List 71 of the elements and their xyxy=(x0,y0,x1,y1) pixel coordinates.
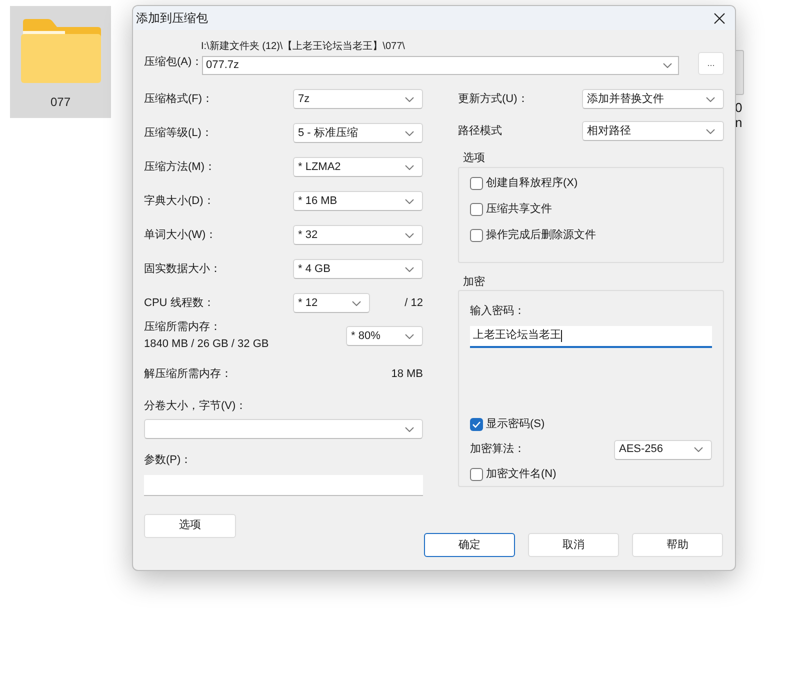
chevron-down-icon xyxy=(706,128,715,134)
dropdown[interactable]: 添加并替换文件 xyxy=(582,89,724,109)
checkbox[interactable] xyxy=(470,468,483,481)
field-label: 固实数据大小： xyxy=(144,262,222,277)
checkbox[interactable] xyxy=(470,177,483,190)
field-label: 压缩方法(M)： xyxy=(144,160,216,175)
chevron-down-icon xyxy=(405,266,414,272)
field-label: 分卷大小，字节(V)： xyxy=(144,398,248,414)
desktop-item[interactable]: 077 xyxy=(10,6,111,118)
path-text: I:\新建文件夹 (12)\【上老王论坛当老王】\077\ xyxy=(201,41,406,53)
dropdown[interactable]: AES-256 xyxy=(614,440,712,460)
folder-icon xyxy=(20,18,102,84)
folder-label: 077 xyxy=(50,94,71,111)
checkbox[interactable] xyxy=(470,418,483,431)
checkbox-label: 压缩共享文件 xyxy=(486,202,552,218)
dialog-button[interactable]: 取消 xyxy=(528,533,619,557)
field-label: 参数(P)： xyxy=(144,453,193,468)
group-title: 加密 xyxy=(463,274,486,290)
memory-detail: 1840 MB / 26 GB / 32 GB xyxy=(144,337,269,352)
checkbox[interactable] xyxy=(470,203,483,216)
field-label: 压缩所需内存： xyxy=(144,320,222,335)
field-label: 字典大小(D)： xyxy=(144,194,216,209)
dropdown[interactable]: * 16 MB xyxy=(293,191,423,211)
chevron-down-icon xyxy=(405,334,414,338)
field-label: 压缩等级(L)： xyxy=(144,126,214,141)
chevron-down-icon xyxy=(405,426,414,432)
field-label: CPU 线程数： xyxy=(144,296,216,311)
archive-name-field[interactable]: 077.7z xyxy=(202,56,679,75)
memory-value: 18 MB xyxy=(391,367,423,382)
dropdown[interactable]: * 80% xyxy=(346,326,423,346)
field-label: 路径模式 xyxy=(458,124,503,139)
checkbox-label: 创建自释放程序(X) xyxy=(486,176,578,192)
field-label: 更新方式(U)： xyxy=(458,92,530,107)
dropdown[interactable]: * 32 xyxy=(293,225,423,245)
chevron-down-icon xyxy=(694,447,703,452)
chevron-down-icon xyxy=(405,96,414,102)
group-title: 选项 xyxy=(463,151,486,166)
password-field[interactable]: 上老王论坛当老王 xyxy=(470,326,712,348)
parameters-field[interactable] xyxy=(144,474,423,496)
field-label: 单词大小(W)： xyxy=(144,228,218,243)
checkbox-label: 操作完成后删除源文件 xyxy=(486,228,596,244)
dropdown[interactable]: 5 - 标准压缩 xyxy=(293,123,423,143)
chevron-down-icon xyxy=(405,198,414,204)
field-label: 加密算法： xyxy=(470,442,525,458)
field-label: 压缩包(A)： xyxy=(144,54,202,70)
browse-button[interactable]: ... xyxy=(698,52,724,75)
chevron-down-icon xyxy=(352,300,361,306)
checkbox[interactable] xyxy=(470,229,483,242)
dialog-button[interactable]: 确定 xyxy=(424,533,515,557)
options-button[interactable]: 选项 xyxy=(144,514,236,538)
dropdown[interactable]: * LZMA2 xyxy=(293,157,423,177)
text-cursor xyxy=(561,330,562,342)
window-title: 添加到压缩包 xyxy=(136,10,208,27)
fragment-text: n xyxy=(735,115,742,130)
dropdown[interactable]: * 4 GB xyxy=(293,259,423,279)
dialog-button[interactable]: 帮助 xyxy=(632,533,723,557)
dropdown[interactable]: 相对路径 xyxy=(582,121,724,141)
chevron-down-icon xyxy=(405,232,414,238)
thread-total: / 12 xyxy=(404,296,423,311)
close-icon[interactable] xyxy=(714,12,725,24)
field-label: 压缩格式(F)： xyxy=(144,92,214,107)
chevron-down-icon xyxy=(663,63,672,68)
field-label: 输入密码： xyxy=(470,304,526,319)
chevron-down-icon xyxy=(405,130,414,136)
checkbox-label: 显示密码(S) xyxy=(486,416,545,432)
dropdown[interactable]: * 12 xyxy=(293,293,370,313)
dropdown[interactable]: 7z xyxy=(293,89,423,109)
checkbox-label: 加密文件名(N) xyxy=(486,466,556,482)
chevron-down-icon xyxy=(706,96,715,102)
chevron-down-icon xyxy=(405,164,414,170)
field-label: 解压缩所需内存： xyxy=(144,366,232,382)
